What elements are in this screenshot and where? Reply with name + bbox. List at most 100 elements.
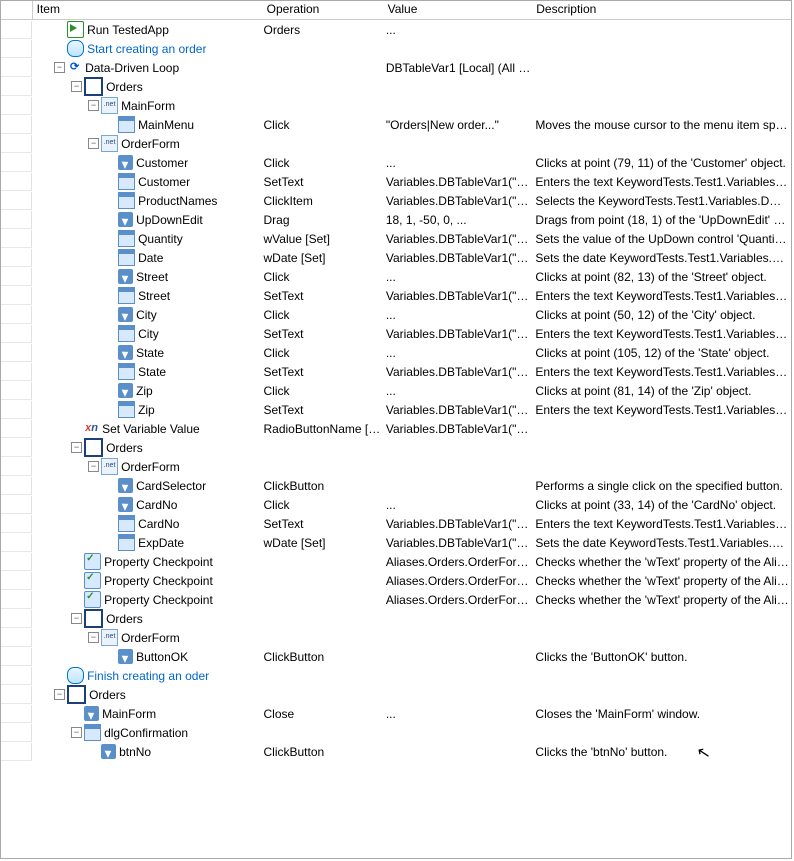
tree-row[interactable]: Start creating an order <box>1 39 791 58</box>
description-cell[interactable]: Enters the text KeywordTests.Test1.Varia… <box>533 365 791 379</box>
operation-cell[interactable]: wDate [Set] <box>261 251 383 265</box>
value-cell[interactable]: Variables.DBTableVar1("Cre... <box>384 517 534 531</box>
item-cell[interactable]: −dlgConfirmation <box>32 724 261 742</box>
tree-row[interactable]: Property CheckpointAliases.Orders.OrderF… <box>1 552 791 571</box>
operation-cell[interactable]: SetText <box>261 327 383 341</box>
tree-row[interactable]: CardNoSetTextVariables.DBTableVar1("Cre.… <box>1 514 791 533</box>
value-cell[interactable]: DBTableVar1 [Local] (All reco... <box>384 61 534 75</box>
operation-cell[interactable]: wDate [Set] <box>261 536 383 550</box>
tree-row[interactable]: CitySetTextVariables.DBTableVar1("City")… <box>1 324 791 343</box>
value-cell[interactable]: Variables.DBTableVar1("State") <box>384 365 534 379</box>
value-cell[interactable]: ... <box>384 498 534 512</box>
description-cell[interactable]: Closes the 'MainForm' window. <box>533 707 791 721</box>
tree-row[interactable]: ZipClick...Clicks at point (81, 14) of t… <box>1 381 791 400</box>
collapse-toggle-icon[interactable]: − <box>54 62 65 73</box>
tree-row[interactable]: CardSelectorClickButtonPerforms a single… <box>1 476 791 495</box>
gutter-cell[interactable] <box>1 629 32 647</box>
description-cell[interactable]: Checks whether the 'wText' property of t… <box>533 574 791 588</box>
value-cell[interactable]: ... <box>384 270 534 284</box>
item-cell[interactable]: Street <box>32 287 261 305</box>
value-cell[interactable]: Aliases.Orders.OrderForm.G... <box>384 555 534 569</box>
gutter-cell[interactable] <box>1 97 32 115</box>
tree-row[interactable]: Set Variable ValueRadioButtonName [Pr...… <box>1 419 791 438</box>
tree-row[interactable]: MainMenuClick"Orders|New order..."Moves … <box>1 115 791 134</box>
value-cell[interactable]: ... <box>384 308 534 322</box>
item-cell[interactable]: btnNo <box>32 743 261 761</box>
operation-cell[interactable]: wValue [Set] <box>261 232 383 246</box>
item-cell[interactable]: CardNo <box>32 515 261 533</box>
collapse-toggle-icon[interactable]: − <box>88 632 99 643</box>
tree-row[interactable]: ExpDatewDate [Set]Variables.DBTableVar1(… <box>1 533 791 552</box>
gutter-cell[interactable] <box>1 743 32 761</box>
operation-cell[interactable]: Drag <box>261 213 383 227</box>
gutter-cell[interactable] <box>1 458 32 476</box>
tree-row[interactable]: −dlgConfirmation <box>1 723 791 742</box>
tree-row[interactable]: −OrderForm <box>1 134 791 153</box>
tree-row[interactable]: −MainForm <box>1 96 791 115</box>
operation-cell[interactable]: Click <box>261 156 383 170</box>
item-cell[interactable]: Customer <box>32 154 261 172</box>
operation-cell[interactable]: SetText <box>261 403 383 417</box>
item-cell[interactable]: Customer <box>32 173 261 191</box>
item-cell[interactable]: ExpDate <box>32 534 261 552</box>
description-cell[interactable]: Clicks the 'btnNo' button. <box>533 745 791 759</box>
description-cell[interactable]: Clicks at point (50, 12) of the 'City' o… <box>533 308 791 322</box>
description-cell[interactable]: Sets the date KeywordTests.Test1.Variabl… <box>533 251 791 265</box>
item-cell[interactable]: Street <box>32 268 261 286</box>
value-cell[interactable]: Variables.DBTableVar1("Stre... <box>384 289 534 303</box>
gutter-cell[interactable] <box>1 306 32 324</box>
item-cell[interactable]: −OrderForm <box>32 629 261 647</box>
value-cell[interactable]: "Orders|New order..." <box>384 118 534 132</box>
gutter-cell[interactable] <box>1 344 32 362</box>
collapse-toggle-icon[interactable]: − <box>71 442 82 453</box>
collapse-toggle-icon[interactable]: − <box>71 727 82 738</box>
gutter-cell[interactable] <box>1 287 32 305</box>
tree-row[interactable]: CustomerClick...Clicks at point (79, 11)… <box>1 153 791 172</box>
value-cell[interactable]: ... <box>384 156 534 170</box>
value-cell[interactable]: ... <box>384 384 534 398</box>
description-cell[interactable]: Clicks at point (82, 13) of the 'Street'… <box>533 270 791 284</box>
gutter-cell[interactable] <box>1 325 32 343</box>
tree-row[interactable]: −Data-Driven LoopDBTableVar1 [Local] (Al… <box>1 58 791 77</box>
value-cell[interactable]: Variables.DBTableVar1("ZIP") <box>384 403 534 417</box>
item-cell[interactable]: −Orders <box>32 438 261 457</box>
gutter-cell[interactable] <box>1 40 32 58</box>
gutter-cell[interactable] <box>1 686 32 704</box>
gutter-cell[interactable] <box>1 230 32 248</box>
operation-cell[interactable]: SetText <box>261 175 383 189</box>
value-cell[interactable]: Variables.DBTableVar1("Date") <box>384 251 534 265</box>
col-operation-header[interactable]: Operation <box>263 1 384 19</box>
gutter-cell[interactable] <box>1 211 32 229</box>
tree-row[interactable]: −Orders <box>1 77 791 96</box>
operation-cell[interactable]: Close <box>261 707 383 721</box>
description-cell[interactable]: Clicks at point (81, 14) of the 'Zip' ob… <box>533 384 791 398</box>
operation-cell[interactable]: Orders <box>261 23 383 37</box>
item-cell[interactable]: ButtonOK <box>32 648 261 666</box>
collapse-toggle-icon[interactable]: − <box>54 689 65 700</box>
gutter-cell[interactable] <box>1 648 32 666</box>
item-cell[interactable]: −Orders <box>32 77 261 96</box>
gutter-cell[interactable] <box>1 515 32 533</box>
operation-cell[interactable]: Click <box>261 270 383 284</box>
gutter-cell[interactable] <box>1 572 32 590</box>
col-item-header[interactable]: Item <box>33 1 263 19</box>
item-cell[interactable]: State <box>32 363 261 381</box>
item-cell[interactable]: Property Checkpoint <box>32 591 261 609</box>
tree-row[interactable]: Property CheckpointAliases.Orders.OrderF… <box>1 590 791 609</box>
gutter-cell[interactable] <box>1 78 32 96</box>
item-cell[interactable]: ProductNames <box>32 192 261 210</box>
description-cell[interactable]: Enters the text KeywordTests.Test1.Varia… <box>533 517 791 531</box>
operation-cell[interactable]: Click <box>261 498 383 512</box>
description-cell[interactable]: Sets the date KeywordTests.Test1.Variabl… <box>533 536 791 550</box>
gutter-cell[interactable] <box>1 192 32 210</box>
operation-cell[interactable]: RadioButtonName [Pr... <box>261 422 383 436</box>
gutter-cell[interactable] <box>1 591 32 609</box>
collapse-toggle-icon[interactable]: − <box>71 613 82 624</box>
value-cell[interactable]: Variables.DBTableVar1("Qua... <box>384 232 534 246</box>
tree-row[interactable]: CustomerSetTextVariables.DBTableVar1("Na… <box>1 172 791 191</box>
value-cell[interactable]: Variables.DBTableVar1("Cre... <box>384 422 534 436</box>
col-value-header[interactable]: Value <box>384 1 533 19</box>
tree-row[interactable]: MainFormClose...Closes the 'MainForm' wi… <box>1 704 791 723</box>
description-cell[interactable]: Selects the KeywordTests.Test1.Variables… <box>533 194 791 208</box>
operation-cell[interactable]: Click <box>261 384 383 398</box>
